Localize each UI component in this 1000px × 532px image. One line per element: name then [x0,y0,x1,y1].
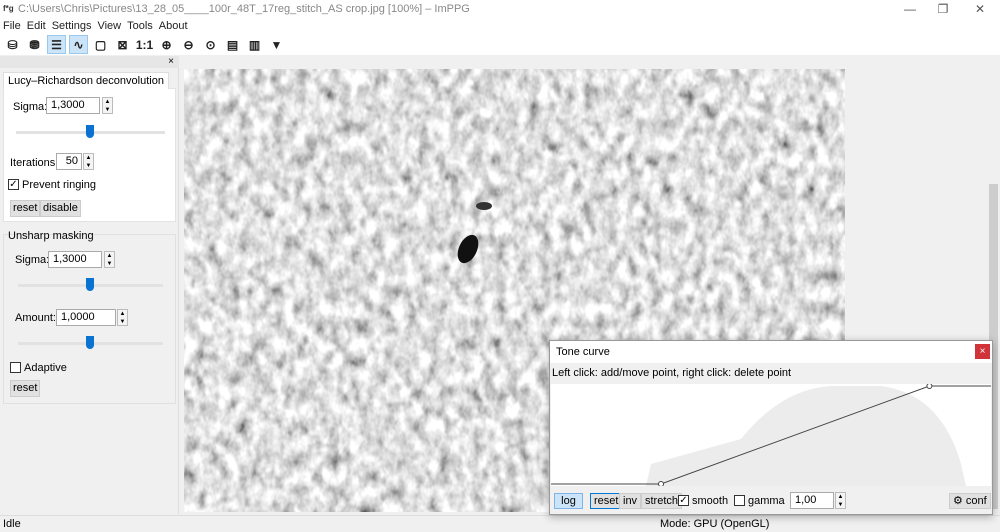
processing-panel: × Lucy–Richardson deconvolution Sigma: 1… [0,56,179,514]
tone-curve-window: Tone curve × Left click: add/move point,… [549,340,993,515]
adaptive-label: Adaptive [24,362,67,374]
zoom-1to1-button[interactable]: 1:1 [135,35,154,54]
mode-text: Mode: GPU (OpenGL) [660,518,770,530]
usm-amount-label: Amount: [15,312,56,324]
app-icon: f*g [3,4,14,13]
tone-curve-icon[interactable]: ∿ [69,35,88,54]
menu-view[interactable]: View [94,18,124,35]
usm-sigma-label: Sigma: [15,254,50,266]
tone-curve-graph[interactable] [551,384,991,486]
tone-curve-close-button[interactable]: × [975,344,990,359]
smooth-label: smooth [692,495,729,507]
zoom-fit-icon[interactable]: ⊠ [113,35,132,54]
status-text: Idle [3,518,21,530]
conf-button[interactable]: ⚙ conf [949,493,991,509]
log-button[interactable]: log [554,493,583,509]
prevent-ringing-label: Prevent ringing [22,179,96,191]
panel-close-icon[interactable]: × [168,56,174,67]
tone-curve-title: Tone curve [550,341,992,363]
prevent-ringing-checkbox[interactable]: ✓ [8,179,19,190]
lr-sigma-slider-thumb[interactable] [86,125,94,138]
lr-reset-button[interactable]: reset [10,200,41,217]
tone-curve-hint: Left click: add/move point, right click:… [552,367,792,379]
lr-iterations-input[interactable]: 50 [56,153,82,170]
menu-file[interactable]: File [0,18,24,35]
menu-about[interactable]: About [156,18,191,35]
menu-settings[interactable]: Settings [49,18,95,35]
adaptive-checkbox[interactable] [10,362,21,373]
usm-title: Unsharp masking [8,230,94,242]
minimize-button[interactable]: — [895,0,925,18]
curve-point [926,384,933,389]
menu-tools[interactable]: Tools [124,18,156,35]
lr-tab[interactable]: Lucy–Richardson deconvolution [3,72,169,89]
lr-iterations-label: Iterations: [10,157,59,169]
window-title: C:\Users\Chris\Pictures\13_28_05____100r… [18,3,470,15]
lr-sigma-input[interactable]: 1,3000 [46,97,100,114]
gamma-spinner[interactable]: ▲ ▼ [835,492,846,509]
usm-amount-spinner[interactable]: ▲ ▼ [117,309,128,326]
lr-iterations-spinner[interactable]: ▲ ▼ [83,153,94,170]
zoom-in-icon[interactable]: ⊕ [157,35,176,54]
panel-header: × [0,56,179,68]
lr-sigma-spinner[interactable]: ▲ ▼ [102,97,113,114]
batch-icon[interactable]: ▤ [223,35,242,54]
maximize-button[interactable]: ❐ [928,0,958,18]
align-icon[interactable]: ▥ [245,35,264,54]
menu-bar: File Edit Settings View Tools About [0,18,1000,35]
conf-label: conf [965,495,987,507]
usm-sigma-spinner[interactable]: ▲ ▼ [104,251,115,268]
usm-sigma-slider-thumb[interactable] [86,278,94,291]
usm-amount-input[interactable]: 1,0000 [56,309,116,326]
close-window-button[interactable]: ✕ [965,0,995,18]
stretch-button[interactable]: stretch [641,493,683,509]
tone-reset-button[interactable]: reset [590,493,623,509]
usm-amount-slider-thumb[interactable] [86,336,94,349]
menu-edit[interactable]: Edit [24,18,49,35]
panel-toggle-icon[interactable]: ☰ [47,35,66,54]
lr-disable-button[interactable]: disable [40,200,81,217]
save-icon[interactable]: ⛃ [25,35,44,54]
toolbar: ⛁ ⛃ ☰ ∿ ▢ ⊠ 1:1 ⊕ ⊖ ⊙ ▤ ▥ ▼ [0,35,1000,55]
fit-window-icon[interactable]: ▢ [91,35,110,54]
open-icon[interactable]: ⛁ [3,35,22,54]
invert-button[interactable]: inv [619,493,642,509]
title-bar: f*g C:\Users\Chris\Pictures\13_28_05____… [0,0,1000,18]
lr-sigma-label: Sigma: [13,101,48,113]
combine-icon[interactable]: ▼ [267,35,286,54]
curve-point [658,481,664,486]
zoom-out-icon[interactable]: ⊖ [179,35,198,54]
usm-reset-button[interactable]: reset [10,380,41,397]
gear-icon: ⚙ [953,495,966,507]
gamma-label: gamma [748,495,785,507]
status-bar: Idle Mode: GPU (OpenGL) [0,515,1000,532]
gamma-checkbox[interactable] [734,495,745,506]
usm-sigma-input[interactable]: 1,3000 [48,251,102,268]
smooth-checkbox[interactable]: ✓ [678,495,689,506]
gamma-input[interactable]: 1,00 [790,492,834,509]
zoom-custom-icon[interactable]: ⊙ [201,35,220,54]
